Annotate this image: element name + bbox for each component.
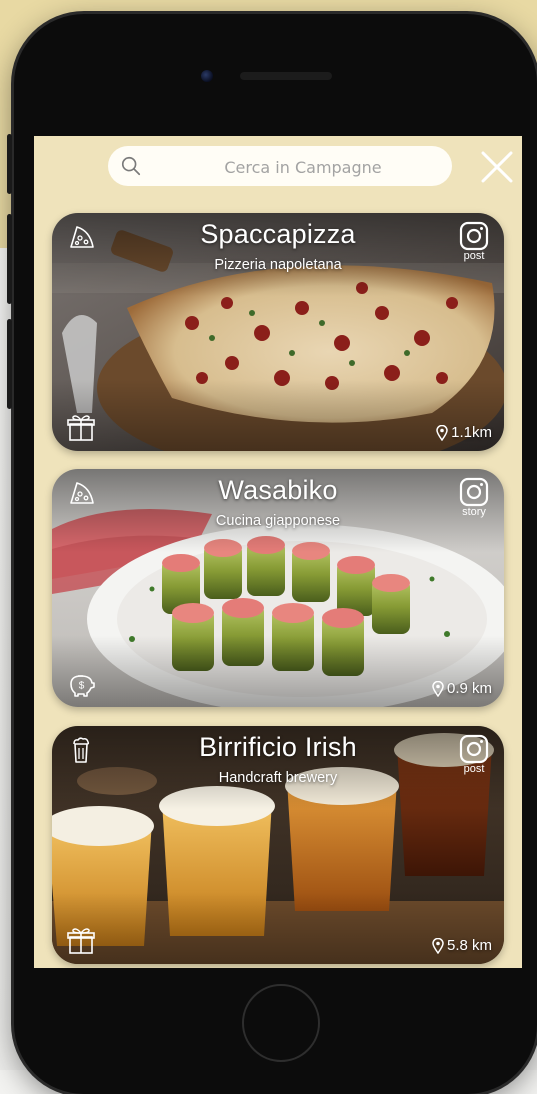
- venue-card-spaccapizza[interactable]: Spaccapizza Pizzeria napoletana post 1.1…: [52, 213, 504, 451]
- app-screen: Spaccapizza Pizzeria napoletana post 1.1…: [34, 136, 522, 968]
- distance-label: 0.9 km: [432, 680, 492, 697]
- side-button: [7, 319, 12, 409]
- gift-icon[interactable]: [66, 926, 96, 956]
- instagram-icon: [459, 221, 489, 251]
- location-pin-icon: [432, 680, 444, 697]
- earpiece-speaker: [240, 72, 332, 80]
- location-pin-icon: [436, 424, 448, 441]
- close-icon[interactable]: [480, 150, 514, 184]
- instagram-label: post: [463, 250, 485, 262]
- distance-label: 1.1km: [436, 424, 492, 441]
- venue-subtitle: Handcraft brewery: [218, 770, 338, 786]
- search-bar[interactable]: [108, 146, 452, 186]
- search-icon[interactable]: [120, 155, 142, 177]
- piggy-bank-icon[interactable]: $: [66, 669, 96, 699]
- venue-subtitle: Cucina giapponese: [215, 513, 341, 529]
- svg-text:$: $: [79, 681, 85, 692]
- location-pin-icon: [432, 937, 444, 954]
- instagram-label: post: [463, 763, 485, 775]
- distance-value: 1.1km: [451, 424, 492, 441]
- instagram-icon: [459, 477, 489, 507]
- venue-subtitle: Pizzeria napoletana: [214, 257, 342, 273]
- venue-title: Wasabiko: [218, 475, 338, 505]
- front-camera: [201, 70, 213, 82]
- gift-icon[interactable]: [66, 413, 96, 443]
- venue-title: Birrificio Irish: [199, 732, 357, 762]
- home-button[interactable]: [242, 984, 320, 1062]
- instagram-icon: [459, 734, 489, 764]
- instagram-label: story: [462, 506, 486, 518]
- instagram-post-link[interactable]: post: [456, 734, 492, 780]
- venue-title: Spaccapizza: [200, 219, 356, 249]
- venue-card-birrificio-irish[interactable]: Birrificio Irish Handcraft brewery post …: [52, 726, 504, 964]
- distance-label: 5.8 km: [432, 937, 492, 954]
- distance-value: 5.8 km: [446, 937, 492, 954]
- search-input[interactable]: [166, 152, 440, 182]
- venue-card-wasabiko[interactable]: Wasabiko Cucina giapponese story $ 0.9 k…: [52, 469, 504, 707]
- distance-value: 0.9 km: [446, 680, 492, 697]
- instagram-post-link[interactable]: post: [456, 221, 492, 267]
- instagram-story-link[interactable]: story: [456, 477, 492, 523]
